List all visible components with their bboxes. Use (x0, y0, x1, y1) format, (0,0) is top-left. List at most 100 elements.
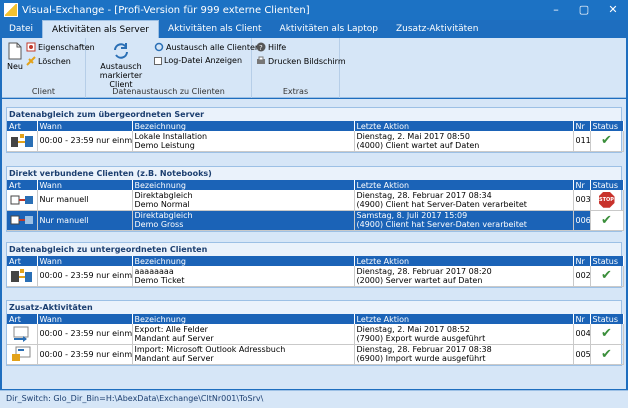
aktion-line1: Dienstag, 28. Februar 2017 08:34 (356, 190, 492, 200)
col-bezeichnung[interactable]: Bezeichnung (132, 180, 355, 190)
bezeichnung-cell: aaaaaaaa Demo Ticket (132, 266, 355, 287)
col-bezeichnung[interactable]: Bezeichnung (132, 256, 355, 266)
help-button[interactable]: ? Hilfe (256, 42, 286, 52)
ribbon-group-datenaustausch: Austausch markierter Client Austausch al… (86, 38, 260, 98)
bezeichnung-cell: Direktabgleich Demo Gross (132, 210, 355, 231)
col-bezeichnung[interactable]: Bezeichnung (132, 314, 355, 324)
col-wann[interactable]: Wann (37, 256, 133, 266)
col-nr[interactable]: Nr (573, 314, 591, 324)
nr-cell: 011 (573, 131, 591, 152)
section-title: Datenabgleich zum übergeordneten Server (7, 108, 621, 121)
status-cell: ✔ (590, 324, 624, 345)
col-nr[interactable]: Nr (573, 256, 591, 266)
help-icon: ? (256, 42, 266, 52)
log-checkbox-box[interactable] (154, 56, 162, 65)
wann-cell: Nur manuell (37, 190, 133, 211)
bezeichnung-line1: Export: Alle Felder (134, 324, 208, 334)
col-art[interactable]: Art (7, 121, 38, 131)
exchange-marked-label-1: Austausch (100, 62, 142, 71)
col-wann[interactable]: Wann (37, 314, 133, 324)
bezeichnung-cell: Import: Microsoft Outlook Adressbuch Mand… (132, 344, 355, 365)
delete-button[interactable]: Löschen (26, 56, 71, 66)
exchange-all-button[interactable]: Austausch alle Clienten (154, 42, 260, 52)
client-sync-icon (10, 268, 32, 282)
table-row[interactable]: Nur manuell Direktabgleich Demo Normal Di… (7, 190, 624, 211)
checkmark-icon: ✔ (601, 133, 612, 149)
properties-button[interactable]: Eigenschaften (26, 42, 95, 52)
col-status[interactable]: Status (590, 256, 624, 266)
status-cell: STOP (590, 190, 624, 211)
aktion-line2: (7900) Export wurde ausgeführt (356, 333, 486, 343)
main-content: Datenabgleich zum übergeordneten Server … (2, 99, 626, 389)
col-status[interactable]: Status (590, 314, 624, 324)
table-row[interactable]: 00:00 - 23:59 nur einmal aaaaaaaa Demo Ti… (7, 266, 624, 287)
status-bar: Dir_Switch: Glo_Dir_Bin=H:\AbexData\Exch… (0, 390, 628, 408)
art-cell (7, 344, 38, 365)
new-button[interactable]: Neu (6, 42, 24, 71)
wann-cell: 00:00 - 23:59 nur einmal (37, 344, 133, 365)
art-cell (7, 131, 38, 152)
section-direct-clients: Direkt verbundene Clienten (z.B. Noteboo… (6, 166, 624, 232)
sync-icon (114, 43, 128, 59)
aktion-line2: (6900) Import wurde ausgeführt (356, 354, 486, 363)
col-status[interactable]: Status (590, 180, 624, 190)
nr-cell: 002 (573, 266, 591, 287)
bezeichnung-line2: Demo Normal (134, 199, 190, 209)
minimize-button[interactable]: – (542, 0, 570, 20)
maximize-button[interactable]: ▢ (570, 0, 598, 20)
col-bezeichnung[interactable]: Bezeichnung (132, 121, 355, 131)
col-letzte-aktion[interactable]: Letzte Aktion (354, 121, 574, 131)
ribbon-group-extras-label: Extras (282, 87, 309, 96)
close-button[interactable]: ✕ (598, 0, 628, 20)
status-cell: ✔ (590, 344, 624, 365)
art-cell (7, 210, 38, 231)
bezeichnung-cell: Export: Alle Felder Mandant auf Server (132, 324, 355, 345)
aktion-line2: (4900) Client hat Server-Daten verarbeit… (356, 199, 527, 209)
wann-cell: 00:00 - 23:59 nur einmal (37, 131, 133, 152)
checkmark-icon: ✔ (601, 346, 612, 362)
table-row[interactable]: 00:00 - 23:59 nur einmal Export: Alle Fe… (7, 324, 624, 345)
tab-server[interactable]: Aktivitäten als Server (42, 20, 159, 38)
exchange-marked-button[interactable]: Austausch markierter Client (90, 42, 152, 89)
delete-label: Löschen (38, 56, 71, 66)
app-icon (4, 3, 18, 17)
log-checkbox[interactable]: Log-Datei Anzeigen (154, 56, 242, 65)
section-title: Datenabgleich zu untergeordneten Cliente… (7, 243, 621, 256)
bezeichnung-line1: aaaaaaaa (134, 266, 174, 276)
col-letzte-aktion[interactable]: Letzte Aktion (354, 180, 574, 190)
tab-zusatz[interactable]: Zusatz-Aktivitäten (387, 20, 487, 38)
help-label: Hilfe (268, 42, 287, 52)
col-status[interactable]: Status (590, 121, 624, 131)
checkmark-icon: ✔ (601, 212, 612, 228)
stop-icon: STOP (598, 191, 615, 208)
aktion-line1: Dienstag, 2. Mai 2017 08:50 (356, 131, 470, 141)
svg-text:?: ? (259, 44, 263, 52)
aktion-line2: (4000) Client wartet auf Daten (356, 140, 480, 150)
delete-icon (26, 56, 36, 66)
status-cell: ✔ (590, 266, 624, 287)
art-cell (7, 190, 38, 211)
col-art[interactable]: Art (7, 314, 38, 324)
col-art[interactable]: Art (7, 180, 38, 190)
exchange-all-label: Austausch alle Clienten (166, 42, 260, 52)
aktion-line2: (4900) Client hat Server-Daten verarbeit… (356, 220, 527, 229)
table-row[interactable]: 00:00 - 23:59 nur einmal Lokale Installa… (7, 131, 624, 152)
col-art[interactable]: Art (7, 256, 38, 266)
col-letzte-aktion[interactable]: Letzte Aktion (354, 256, 574, 266)
tab-laptop[interactable]: Aktivitäten als Laptop (271, 20, 387, 38)
col-nr[interactable]: Nr (573, 180, 591, 190)
tab-client[interactable]: Aktivitäten als Client (159, 20, 271, 38)
col-nr[interactable]: Nr (573, 121, 591, 131)
print-button[interactable]: Drucken Bildschirm (256, 56, 346, 66)
bezeichnung-line2: Demo Ticket (134, 275, 185, 285)
col-wann[interactable]: Wann (37, 121, 133, 131)
bezeichnung-line2: Demo Gross (134, 220, 184, 229)
col-letzte-aktion[interactable]: Letzte Aktion (354, 314, 574, 324)
col-wann[interactable]: Wann (37, 180, 133, 190)
tab-datei[interactable]: Datei (0, 20, 42, 38)
bezeichnung-cell: Direktabgleich Demo Normal (132, 190, 355, 211)
art-cell (7, 324, 38, 345)
table-row-selected[interactable]: Nur manuell Direktabgleich Demo Gross Sam… (7, 210, 624, 231)
table-row[interactable]: 00:00 - 23:59 nur einmal Import: Microso… (7, 344, 624, 365)
log-label: Log-Datei Anzeigen (164, 56, 243, 65)
